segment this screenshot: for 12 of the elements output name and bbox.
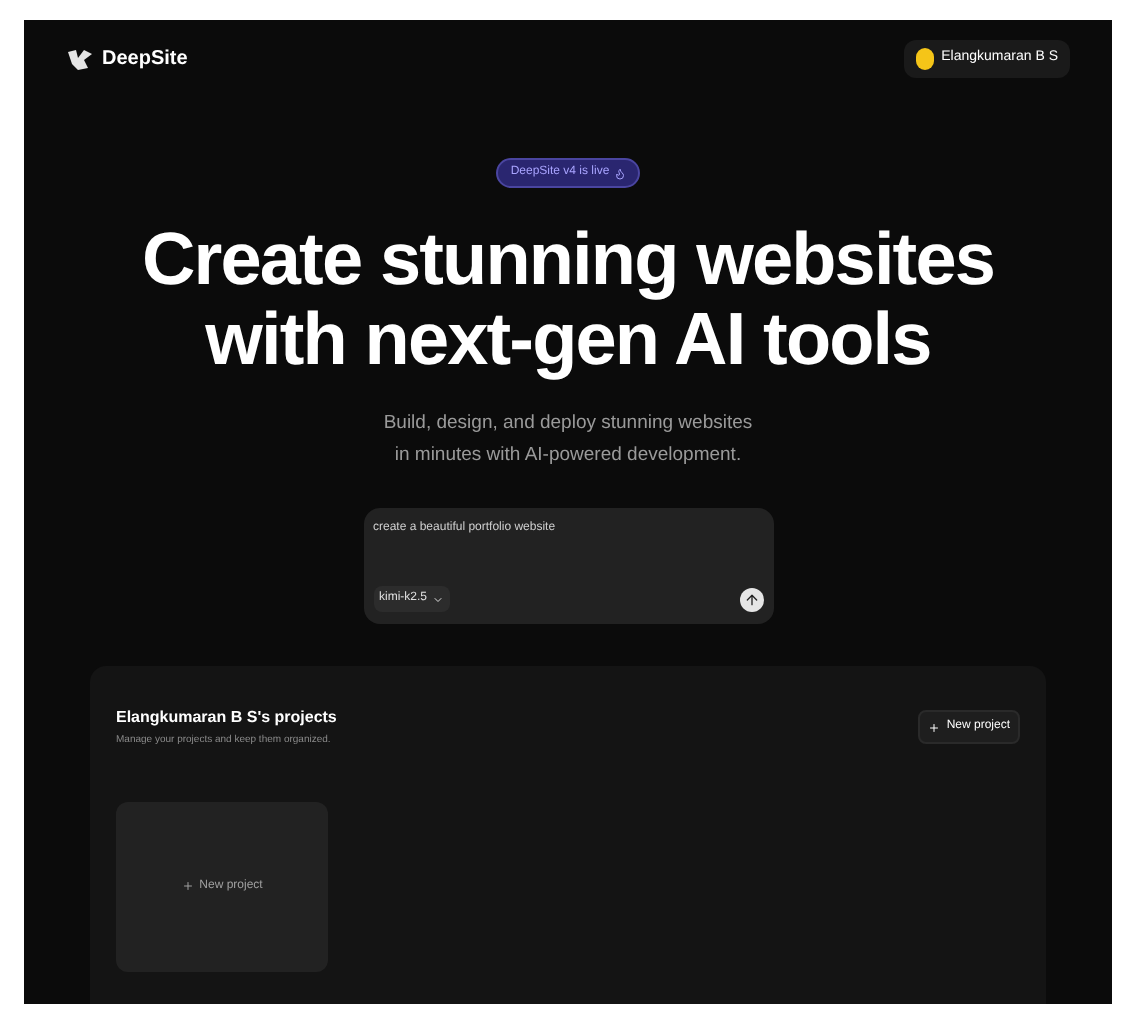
brand-name: DeepSite [102,46,188,74]
projects-title: Elangkumaran B S's projects [116,706,337,730]
plus-icon [928,721,941,734]
logo-icon [66,47,94,71]
caret-icon [431,593,444,605]
flame-icon [613,167,626,179]
hero-title: Create stunning websites with next-gen AI tools [141,220,994,380]
hero-subtitle: Build, design, and deploy stunning websites in minutes with AI-powered development. [383,410,753,470]
plus-icon [181,880,194,892]
arrow-up-icon [743,591,759,607]
send-button[interactable] [739,587,763,611]
avatar-icon [915,48,934,70]
